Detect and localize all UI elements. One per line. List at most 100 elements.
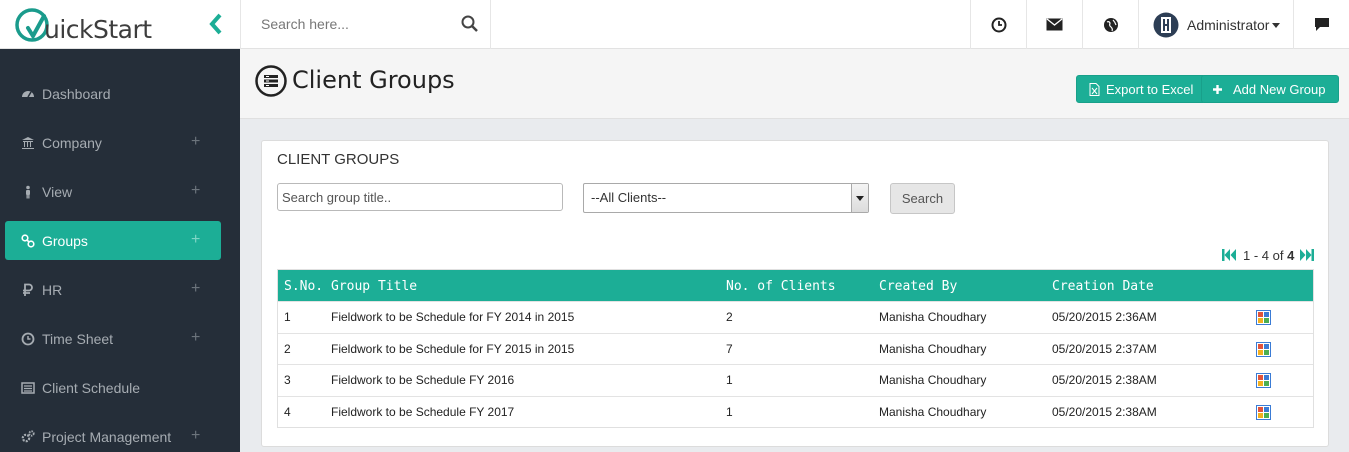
sidebar-item-company[interactable]: Company + [5,123,221,162]
export-to-excel-button[interactable]: Export to Excel [1076,75,1207,103]
quickstart-logo[interactable]: QuickStart [14,6,164,46]
cell-created-by: Manisha Choudhary [879,405,987,419]
search-icon[interactable] [461,15,479,36]
view-details-icon[interactable] [1256,310,1271,325]
person-icon [26,185,30,199]
cell-clients: 2 [726,310,733,324]
page-title: Client Groups [292,66,455,94]
table-header: S.No. Group Title No. of Clients Created… [278,270,1313,301]
user-menu[interactable]: Administrator [1138,0,1294,49]
client-groups-table: S.No. Group Title No. of Clients Created… [277,269,1314,428]
cell-sno: 3 [284,373,291,387]
plus-icon [1213,84,1222,94]
expand-icon[interactable]: + [191,329,200,347]
cell-clients: 7 [726,342,733,356]
view-details-icon[interactable] [1256,373,1271,388]
ruble-icon [23,283,33,296]
sidebar-item-label: Dashboard [42,86,111,102]
sidebar-item-groups[interactable]: Groups + [5,221,221,260]
sidebar-item-label: View [42,184,73,200]
file-excel-icon [1089,82,1100,96]
sidebar-item-label: Time Sheet [42,331,114,347]
cell-date: 05/20/2015 2:38AM [1052,373,1157,387]
table-row: 4 Fieldwork to be Schedule FY 2017 1 Man… [278,396,1313,427]
cell-clients: 1 [726,373,733,387]
globe-icon [1103,17,1118,32]
sidebar: Dashboard Company + View + Groups + HR +… [0,49,240,452]
last-page-icon[interactable] [1299,249,1314,261]
history-button[interactable] [970,0,1026,49]
messages-button[interactable] [1026,0,1082,49]
col-sno-header[interactable]: S.No. [284,279,323,294]
add-label: Add New Group [1233,81,1326,97]
bank-icon [22,137,34,149]
col-clients-header[interactable]: No. of Clients [726,279,836,294]
cell-title: Fieldwork to be Schedule for FY 2015 in … [331,342,575,356]
search-button[interactable]: Search [890,183,955,214]
col-group-title-header[interactable]: Group Title [331,279,417,294]
first-page-icon[interactable] [1222,249,1237,261]
sidebar-item-project-management[interactable]: Project Management + [5,417,221,452]
cell-title: Fieldwork to be Schedule FY 2016 [331,373,515,387]
col-creation-date-header[interactable]: Creation Date [1052,279,1154,294]
expand-icon[interactable]: + [191,182,200,200]
clock-icon [21,332,35,346]
col-created-by-header[interactable]: Created By [879,279,957,294]
cell-title: Fieldwork to be Schedule for FY 2014 in … [331,310,575,324]
groups-title-icon [255,65,287,100]
sidebar-item-client-schedule[interactable]: Client Schedule [5,368,221,407]
group-title-search-input[interactable] [277,183,563,211]
top-bar: QuickStart Administrator [0,0,1349,49]
language-button[interactable] [1082,0,1138,49]
user-name: Administrator [1187,17,1270,33]
dropdown-arrow-icon[interactable] [851,184,868,212]
cell-date: 05/20/2015 2:37AM [1052,342,1157,356]
cell-created-by: Manisha Choudhary [879,342,987,356]
chat-button[interactable] [1293,0,1349,49]
chevron-left-icon [209,13,222,35]
sidebar-item-label: Client Schedule [42,380,141,396]
cell-sno: 4 [284,405,291,419]
cogs-icon [21,430,35,443]
view-details-icon[interactable] [1256,342,1271,357]
sidebar-item-view[interactable]: View + [5,172,221,211]
clock-icon [991,17,1006,32]
sidebar-item-label: Groups [42,233,88,249]
sidebar-collapse-button[interactable] [206,12,226,36]
sidebar-item-label: Project Management [42,429,172,445]
chat-icon [1314,18,1329,31]
cell-clients: 1 [726,405,733,419]
avatar [1153,12,1179,38]
table-row: 2 Fieldwork to be Schedule for FY 2015 i… [278,333,1313,364]
sidebar-item-time-sheet[interactable]: Time Sheet + [5,319,221,358]
sidebar-item-label: Company [42,135,102,151]
cell-title: Fieldwork to be Schedule FY 2017 [331,405,515,419]
expand-icon[interactable]: + [191,280,200,298]
table-row: 1 Fieldwork to be Schedule for FY 2014 i… [278,301,1313,332]
caret-down-icon [1272,23,1280,28]
cell-date: 05/20/2015 2:36AM [1052,310,1157,324]
pagination: 1 - 4 of 4 [1222,247,1314,265]
panel-heading: CLIENT GROUPS [277,151,400,168]
expand-icon[interactable]: + [191,133,200,151]
view-details-icon[interactable] [1256,405,1271,420]
sidebar-item-dashboard[interactable]: Dashboard [5,74,221,113]
cell-sno: 1 [284,310,291,324]
add-new-group-button[interactable]: Add New Group [1201,75,1339,103]
sidebar-item-hr[interactable]: HR + [5,270,221,309]
export-label: Export to Excel [1106,81,1194,97]
global-search [240,0,491,49]
client-filter-value: --All Clients-- [591,190,667,205]
cell-created-by: Manisha Choudhary [879,310,987,324]
dashboard-icon [22,91,34,98]
expand-icon[interactable]: + [191,427,200,445]
cell-sno: 2 [284,342,291,356]
sidebar-item-label: HR [42,282,63,298]
expand-icon[interactable]: + [191,231,200,249]
table-row: 3 Fieldwork to be Schedule FY 2016 1 Man… [278,364,1313,395]
cell-created-by: Manisha Choudhary [879,373,987,387]
pagination-info: 1 - 4 of 4 [1243,248,1295,263]
client-groups-panel: CLIENT GROUPS --All Clients-- Search 1 -… [261,140,1329,447]
global-search-input[interactable] [261,14,451,34]
client-filter-select[interactable]: --All Clients-- [583,183,869,213]
